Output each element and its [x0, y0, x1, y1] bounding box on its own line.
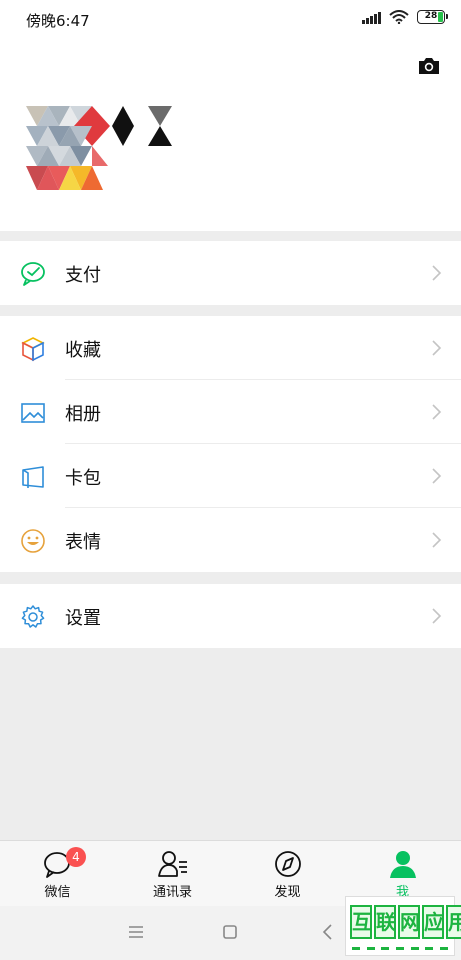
- menu-item-album[interactable]: 相册: [0, 380, 461, 444]
- chevron-right-icon: [432, 340, 442, 356]
- watermark-char: 联: [374, 905, 396, 939]
- compass-icon: [274, 851, 301, 877]
- watermark-char: 网: [398, 905, 420, 939]
- album-image-icon: [21, 403, 45, 423]
- menu-item-label: 表情: [65, 532, 101, 553]
- gear-icon: [21, 605, 45, 628]
- avatar[interactable]: [24, 104, 174, 194]
- watermark-text: 互 联 网 应 用: [350, 905, 461, 939]
- watermark-dots: [352, 947, 448, 951]
- menu-item-label: 设置: [65, 608, 101, 629]
- signal-icon: [362, 10, 381, 24]
- card-wallet-icon: [22, 466, 44, 488]
- menu-item-pay[interactable]: 支付: [0, 241, 461, 305]
- menu-item-label: 相册: [65, 404, 101, 425]
- watermark-char: 用: [446, 905, 461, 939]
- camera-icon[interactable]: [417, 56, 441, 76]
- me-person-icon: [389, 851, 416, 878]
- status-time: 傍晚6:47: [26, 12, 90, 30]
- chevron-right-icon: [432, 468, 442, 484]
- chevron-right-icon: [432, 404, 442, 420]
- smiley-icon: [21, 529, 45, 553]
- tab-label: 微信: [44, 885, 71, 900]
- back-icon[interactable]: [318, 922, 338, 942]
- menu-item-cards[interactable]: 卡包: [0, 444, 461, 508]
- menu-group-main: 收藏 相册 卡包 表情: [0, 316, 461, 572]
- favorites-cube-icon: [21, 337, 45, 362]
- watermark-char: 应: [422, 905, 444, 939]
- watermark-logo: 互 联 网 应 用: [345, 896, 461, 956]
- menu-group-settings: 设置: [0, 584, 461, 648]
- battery-level: 28: [424, 11, 438, 21]
- wechat-pay-icon: [21, 262, 45, 286]
- tab-contacts[interactable]: 通讯录: [115, 841, 230, 907]
- contacts-icon: [157, 851, 187, 877]
- wifi-icon: [389, 10, 409, 24]
- menu-item-label: 收藏: [65, 340, 101, 361]
- menu-item-favorites[interactable]: 收藏: [0, 316, 461, 380]
- tab-label: 通讯录: [152, 885, 192, 900]
- menu-icon[interactable]: [126, 922, 146, 942]
- battery-icon: 28: [417, 10, 448, 24]
- status-bar: 傍晚6:47 28: [0, 0, 461, 38]
- menu-item-settings[interactable]: 设置: [0, 584, 461, 648]
- tab-discover[interactable]: 发现: [230, 841, 345, 907]
- home-icon[interactable]: [220, 922, 240, 942]
- unread-badge: 4: [66, 847, 86, 867]
- menu-item-label: 卡包: [65, 468, 101, 489]
- chevron-right-icon: [432, 532, 442, 548]
- watermark-char: 互: [350, 905, 372, 939]
- chevron-right-icon: [432, 608, 442, 624]
- tab-chats[interactable]: 4 微信: [0, 841, 115, 907]
- chevron-right-icon: [432, 265, 442, 281]
- menu-item-label: 支付: [65, 265, 101, 286]
- status-indicators: 28: [362, 10, 448, 24]
- tab-label: 发现: [274, 885, 301, 900]
- menu-item-stickers[interactable]: 表情: [0, 508, 461, 572]
- profile-header[interactable]: [0, 38, 461, 231]
- menu-group-pay: 支付: [0, 241, 461, 305]
